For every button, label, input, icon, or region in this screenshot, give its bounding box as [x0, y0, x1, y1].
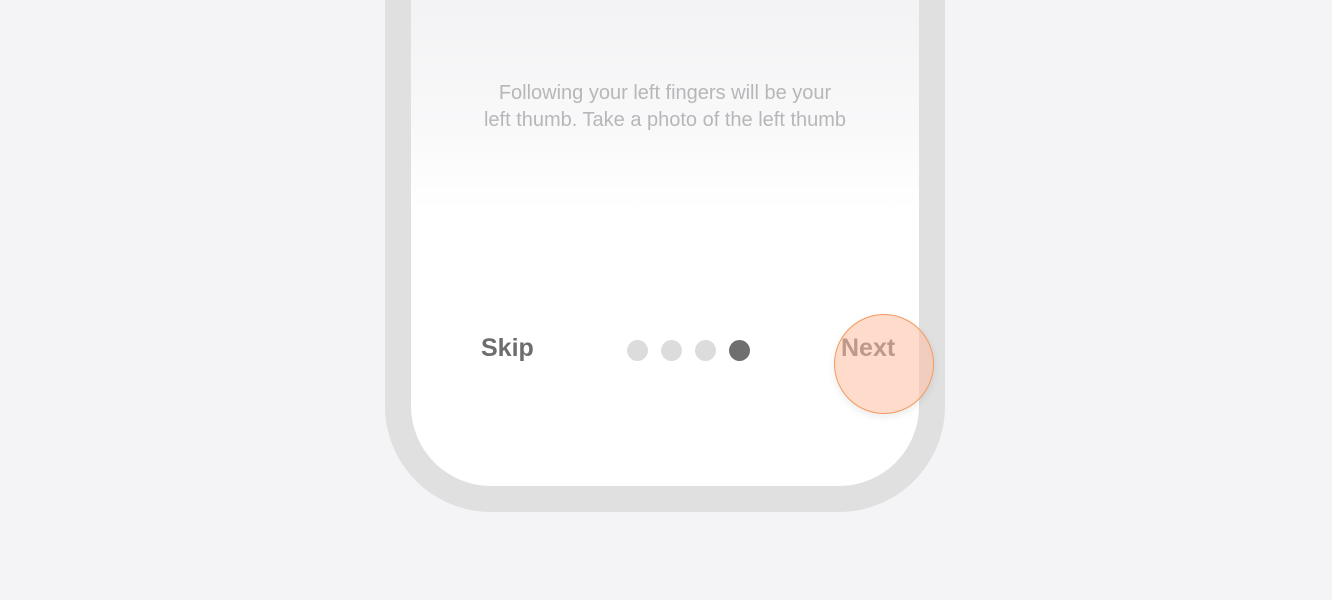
phone-frame: Following your left fingers will be your…: [385, 0, 945, 512]
page-indicator: [627, 340, 750, 361]
skip-button[interactable]: Skip: [481, 334, 534, 363]
instruction-line-1: Following your left fingers will be your: [498, 82, 832, 104]
next-button[interactable]: Next: [841, 334, 895, 363]
page-dot-4-active: [729, 340, 750, 361]
instruction-line-2: left thumb. Take a photo of the left thu…: [483, 109, 847, 131]
page-dot-2: [661, 340, 682, 361]
page-dot-3: [695, 340, 716, 361]
page-dot-1: [627, 340, 648, 361]
onboarding-screen: Following your left fingers will be your…: [411, 0, 919, 486]
instruction-text: Following your left fingers will be your…: [411, 80, 919, 134]
